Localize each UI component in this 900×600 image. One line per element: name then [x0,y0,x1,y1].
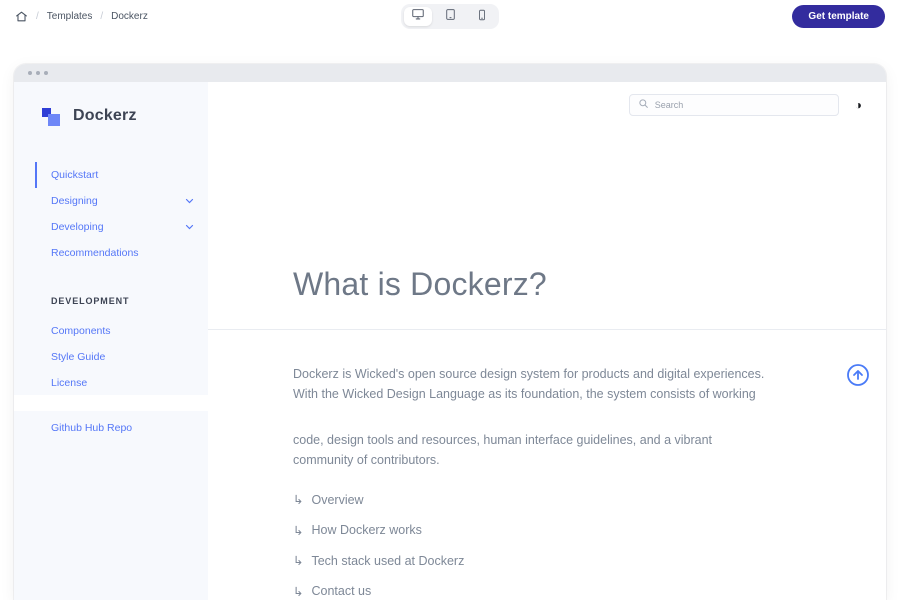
window-dot [36,71,40,75]
search-box[interactable] [628,94,839,116]
breadcrumb-separator: / [36,11,39,22]
toc-link-label: How Dockerz works [311,523,422,537]
scroll-up-button[interactable] [846,363,870,387]
sidebar-item-label: Developing [51,221,104,233]
sidebar-item-style-guide[interactable]: Style Guide [35,344,208,370]
window-chrome-bar [14,64,886,82]
sidebar-section-development: DEVELOPMENT [51,296,130,306]
sidebar-item-label: Recommendations [51,247,139,259]
toc-link-contact-us[interactable]: ↳ Contact us [293,584,886,599]
return-arrow-icon: ↳ [293,554,304,568]
breadcrumb: / Templates / Dockerz [15,10,148,23]
search-icon [638,96,649,114]
sidebar-item-label: Style Guide [51,351,106,363]
divider [208,329,886,330]
docs-sidebar: Dockerz Quickstart Designing Developing [14,82,208,600]
toc-link-how-dockerz-works[interactable]: ↳ How Dockerz works [293,523,886,538]
toc-link-overview[interactable]: ↳ Overview [293,492,886,508]
toc-link-label: Tech stack used at Dockerz [311,553,465,568]
toc-link-label: Overview [311,492,364,507]
logo[interactable]: Dockerz [14,82,208,126]
phone-icon [476,8,488,26]
intro-paragraph-2: code, design tools and resources, human … [293,433,713,467]
sidebar-item-label: License [51,377,88,389]
docs-header: ◑ [208,82,886,116]
page-title: What is Dockerz? [293,266,547,302]
return-arrow-icon: ↳ [293,523,304,538]
docs-content: What is Dockerz? Dockerz is Wicked's ope… [208,266,886,599]
breadcrumb-templates[interactable]: Templates [47,11,93,22]
mobile-view-button[interactable] [468,7,496,26]
device-preview-toggle [401,4,499,29]
sidebar-item-label: Designing [51,195,98,207]
template-preview-window: Dockerz Quickstart Designing Developing [14,64,886,600]
sidebar-item-components[interactable]: Components [35,318,208,344]
intro-paragraph-1: Dockerz is Wicked's open source design s… [293,367,765,401]
docs-site: Dockerz Quickstart Designing Developing [14,82,886,600]
desktop-view-button[interactable] [404,7,432,26]
chevron-down-icon [185,197,194,205]
sidebar-nav: Quickstart Designing Developing Recommen… [14,162,208,266]
get-template-button[interactable]: Get template [792,5,885,28]
return-arrow-icon: ↳ [293,493,304,507]
sidebar-item-recommendations[interactable]: Recommendations [35,240,208,266]
sidebar-item-developing[interactable]: Developing [35,214,208,240]
tablet-view-button[interactable] [436,7,464,26]
dockerz-logo-icon [42,106,62,126]
docs-main: ◑ What is Dockerz? Dockerz is Wicked's o… [208,82,886,600]
breadcrumb-dockerz[interactable]: Dockerz [111,11,148,22]
chevron-down-icon [185,223,194,231]
search-input[interactable] [654,100,830,110]
logo-text: Dockerz [73,107,137,124]
tablet-icon [444,8,457,26]
dark-mode-toggle-icon[interactable]: ◑ [855,99,862,111]
window-dot [28,71,32,75]
sidebar-item-label: Components [51,325,111,337]
top-bar: / Templates / Dockerz Get template [0,0,900,33]
toc-link-tech-stack[interactable]: ↳ Tech stack used at Dockerz [293,553,886,569]
window-dot [44,71,48,75]
sidebar-item-designing[interactable]: Designing [35,188,208,214]
toc-link-label: Contact us [311,584,372,598]
sidebar-item-quickstart[interactable]: Quickstart [35,162,208,188]
home-icon[interactable] [15,10,28,23]
sidebar-dev-nav: Components Style Guide License [14,318,208,396]
toc-links: ↳ Overview ↳ How Dockerz works ↳ Tech st… [293,492,886,599]
section-gap [14,395,208,411]
sidebar-item-github-hub-repo[interactable]: Github Hub Repo [51,422,132,434]
breadcrumb-separator: / [100,11,104,22]
return-arrow-icon: ↳ [293,584,304,599]
desktop-icon [411,7,425,26]
sidebar-item-label: Quickstart [51,169,99,181]
sidebar-item-license[interactable]: License [35,370,208,396]
